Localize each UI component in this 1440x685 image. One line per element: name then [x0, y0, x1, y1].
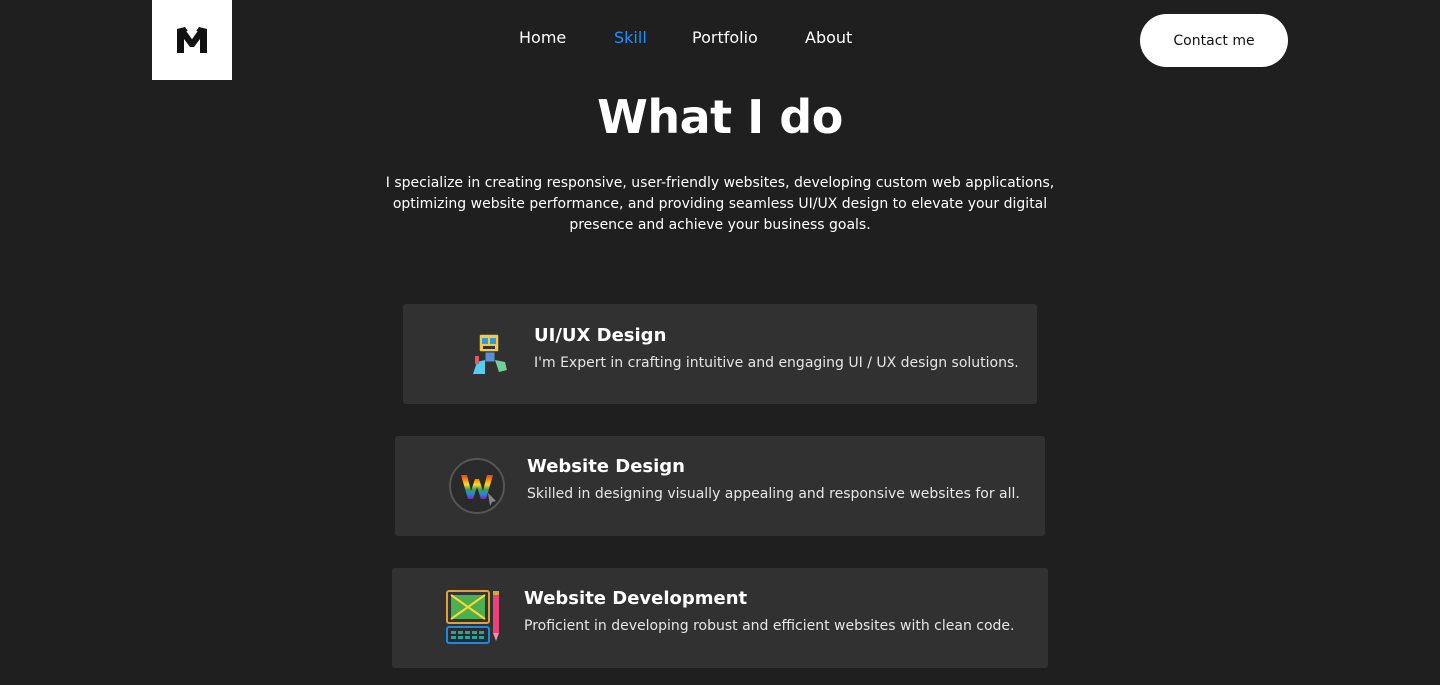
service-card-text: Website Design Skilled in designing visu… [527, 456, 1020, 502]
service-description: I'm Expert in crafting intuitive and eng… [534, 355, 1019, 371]
service-card-website-development: Website Development Proficient in develo… [392, 568, 1048, 668]
rainbow-w-icon [448, 457, 506, 515]
service-card-uiux: UI/UX Design I'm Expert in crafting intu… [403, 304, 1037, 404]
service-card-website-design: Website Design Skilled in designing visu… [395, 436, 1045, 536]
service-description: Proficient in developing robust and effi… [524, 618, 1015, 634]
logo[interactable] [152, 0, 232, 80]
m-monogram-logo-icon [177, 27, 207, 53]
page: Home Skill Portfolio About Contact me Wh… [0, 0, 1440, 685]
page-title: What I do [597, 90, 843, 144]
service-description: Skilled in designing visually appealing … [527, 486, 1020, 502]
service-title: UI/UX Design [534, 325, 667, 346]
contact-button[interactable]: Contact me [1140, 14, 1288, 67]
nav-skill[interactable]: Skill [614, 28, 647, 47]
nav-home[interactable]: Home [519, 28, 566, 47]
hero-description: I specialize in creating responsive, use… [385, 175, 1055, 233]
service-title: Website Design [527, 456, 686, 477]
service-card-text: UI/UX Design I'm Expert in crafting intu… [534, 325, 1019, 371]
designer-robot-icon [459, 324, 517, 382]
service-title: Website Development [524, 588, 748, 609]
nav-about[interactable]: About [805, 28, 852, 47]
nav-portfolio[interactable]: Portfolio [692, 28, 758, 47]
service-card-text: Website Development Proficient in develo… [524, 588, 1015, 634]
computer-pencil-icon [445, 589, 503, 647]
